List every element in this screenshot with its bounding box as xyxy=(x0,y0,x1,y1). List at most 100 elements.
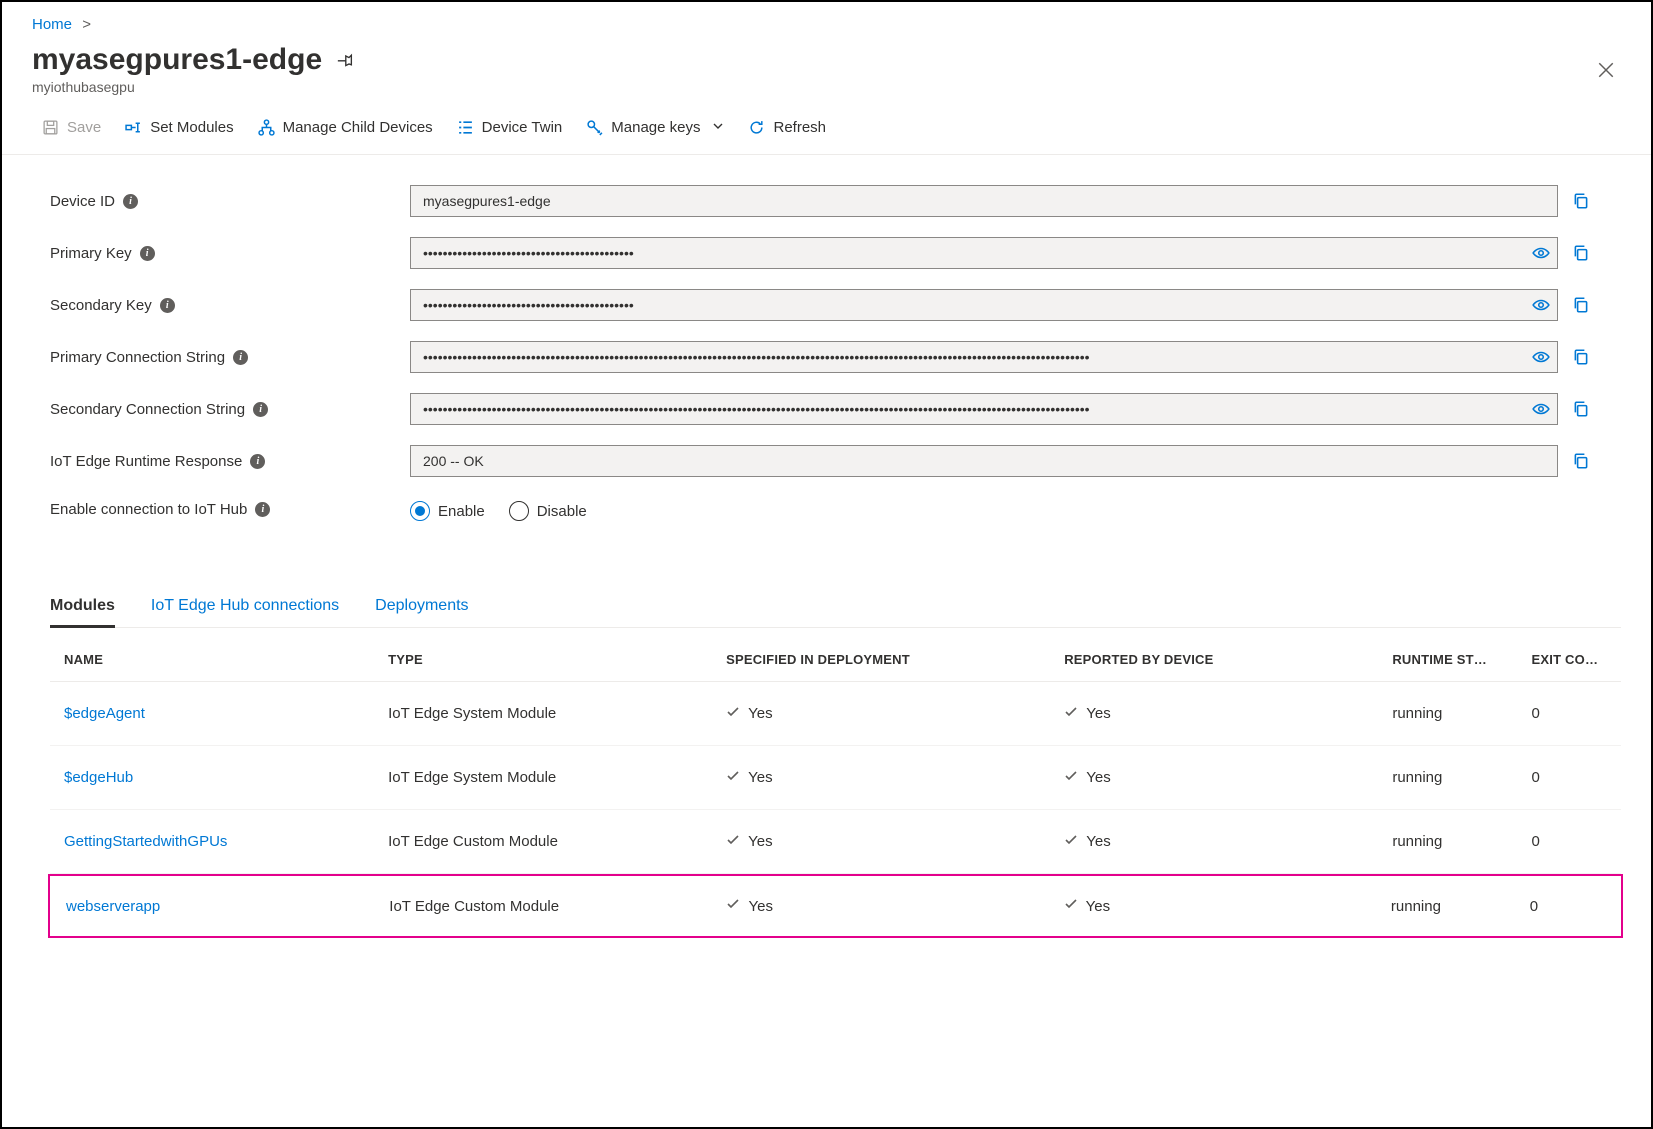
check-icon xyxy=(726,769,740,787)
check-icon xyxy=(1064,897,1078,915)
cell-type: IoT Edge Custom Module xyxy=(389,898,726,915)
copy-icon[interactable] xyxy=(1572,348,1590,366)
info-icon[interactable]: i xyxy=(253,402,268,417)
runtime-response-label: IoT Edge Runtime Response i xyxy=(50,453,410,470)
th-reported[interactable]: REPORTED BY DEVICE xyxy=(1064,652,1392,667)
cell-exit: 0 xyxy=(1530,898,1619,915)
check-icon xyxy=(1064,769,1078,787)
cell-specified: Yes xyxy=(726,897,1063,915)
device-twin-button[interactable]: Device Twin xyxy=(447,113,573,142)
manage-child-button[interactable]: Manage Child Devices xyxy=(248,113,443,142)
info-icon[interactable]: i xyxy=(140,246,155,261)
enable-conn-label: Enable connection to IoT Hub i xyxy=(50,501,410,518)
module-link[interactable]: webserverapp xyxy=(66,898,160,915)
info-icon[interactable]: i xyxy=(160,298,175,313)
th-exit[interactable]: EXIT CO… xyxy=(1532,652,1621,667)
table-header: NAME TYPE SPECIFIED IN DEPLOYMENT REPORT… xyxy=(50,628,1621,682)
list-icon xyxy=(457,119,474,136)
info-icon[interactable]: i xyxy=(233,350,248,365)
save-icon xyxy=(42,119,59,136)
secondary-key-label: Secondary Key i xyxy=(50,297,410,314)
eye-icon[interactable] xyxy=(1532,348,1550,366)
hierarchy-icon xyxy=(258,119,275,136)
info-icon[interactable]: i xyxy=(255,502,270,517)
th-specified[interactable]: SPECIFIED IN DEPLOYMENT xyxy=(726,652,1064,667)
copy-icon[interactable] xyxy=(1572,296,1590,314)
save-button: Save xyxy=(32,113,111,142)
page-subtitle: myiothubasegpu xyxy=(32,79,354,95)
refresh-icon xyxy=(748,119,765,136)
primary-conn-input[interactable] xyxy=(410,341,1558,373)
cell-exit: 0 xyxy=(1532,705,1621,722)
check-icon xyxy=(1064,705,1078,723)
primary-key-label: Primary Key i xyxy=(50,245,410,262)
module-link[interactable]: $edgeHub xyxy=(64,769,133,786)
secondary-conn-label: Secondary Connection String i xyxy=(50,401,410,418)
cell-runtime: running xyxy=(1392,705,1531,722)
pin-icon[interactable] xyxy=(336,51,354,69)
th-type[interactable]: TYPE xyxy=(388,652,726,667)
module-link[interactable]: $edgeAgent xyxy=(64,705,145,722)
check-icon xyxy=(726,833,740,851)
eye-icon[interactable] xyxy=(1532,296,1550,314)
copy-icon[interactable] xyxy=(1572,452,1590,470)
primary-key-input[interactable] xyxy=(410,237,1558,269)
runtime-response-input[interactable] xyxy=(410,445,1558,477)
cell-name: $edgeAgent xyxy=(50,705,388,722)
cell-type: IoT Edge System Module xyxy=(388,769,726,786)
th-runtime[interactable]: RUNTIME ST… xyxy=(1392,652,1531,667)
device-id-label: Device ID i xyxy=(50,193,410,210)
table-row[interactable]: GettingStartedwithGPUs IoT Edge Custom Mo… xyxy=(50,810,1621,874)
cell-runtime: running xyxy=(1392,833,1531,850)
cell-reported: Yes xyxy=(1064,833,1392,851)
cell-name: $edgeHub xyxy=(50,769,388,786)
check-icon xyxy=(1064,833,1078,851)
manage-keys-button[interactable]: Manage keys xyxy=(576,113,734,142)
cell-specified: Yes xyxy=(726,705,1064,723)
th-name[interactable]: NAME xyxy=(50,652,388,667)
table-row[interactable]: $edgeAgentIoT Edge System ModuleYesYesru… xyxy=(50,682,1621,746)
copy-icon[interactable] xyxy=(1572,244,1590,262)
set-modules-button[interactable]: Set Modules xyxy=(115,113,243,142)
key-icon xyxy=(586,119,603,136)
cell-name: webserverapp xyxy=(52,898,389,915)
cell-name: GettingStartedwithGPUs xyxy=(50,833,388,850)
eye-icon[interactable] xyxy=(1532,244,1550,262)
check-icon xyxy=(726,705,740,723)
cell-reported: Yes xyxy=(1064,705,1392,723)
cell-type: IoT Edge System Module xyxy=(388,705,726,722)
cell-exit: 0 xyxy=(1532,769,1621,786)
toolbar: Save Set Modules Manage Child Devices De… xyxy=(2,95,1651,155)
info-icon[interactable]: i xyxy=(123,194,138,209)
breadcrumb-separator: > xyxy=(82,16,91,33)
refresh-button[interactable]: Refresh xyxy=(738,113,836,142)
info-icon[interactable]: i xyxy=(250,454,265,469)
disable-radio[interactable]: Disable xyxy=(509,501,587,521)
device-id-input[interactable] xyxy=(410,185,1558,217)
primary-conn-label: Primary Connection String i xyxy=(50,349,410,366)
check-icon xyxy=(726,897,740,915)
tab-connections[interactable]: IoT Edge Hub connections xyxy=(151,591,339,628)
cell-exit: 0 xyxy=(1532,833,1621,850)
cell-type: IoT Edge Custom Module xyxy=(388,833,726,850)
breadcrumb-home[interactable]: Home xyxy=(32,16,72,33)
chevron-down-icon xyxy=(712,119,724,136)
close-button[interactable] xyxy=(1591,53,1621,91)
tabs: Modules IoT Edge Hub connections Deploym… xyxy=(50,591,1621,628)
secondary-conn-input[interactable] xyxy=(410,393,1558,425)
eye-icon[interactable] xyxy=(1532,400,1550,418)
table-row[interactable]: webserverappIoT Edge Custom ModuleYesYes… xyxy=(48,874,1623,938)
cell-runtime: running xyxy=(1392,769,1531,786)
module-link[interactable]: GettingStartedwithGPUs xyxy=(64,833,227,850)
breadcrumb: Home > xyxy=(2,14,1651,43)
table-row[interactable]: $edgeHubIoT Edge System ModuleYesYesrunn… xyxy=(50,746,1621,810)
secondary-key-input[interactable] xyxy=(410,289,1558,321)
tab-modules[interactable]: Modules xyxy=(50,591,115,628)
set-modules-icon xyxy=(125,119,142,136)
page-title: myasegpures1-edge xyxy=(32,43,322,77)
tab-deployments[interactable]: Deployments xyxy=(375,591,468,628)
copy-icon[interactable] xyxy=(1572,400,1590,418)
cell-reported: Yes xyxy=(1064,897,1391,915)
enable-radio[interactable]: Enable xyxy=(410,501,485,521)
copy-icon[interactable] xyxy=(1572,192,1590,210)
